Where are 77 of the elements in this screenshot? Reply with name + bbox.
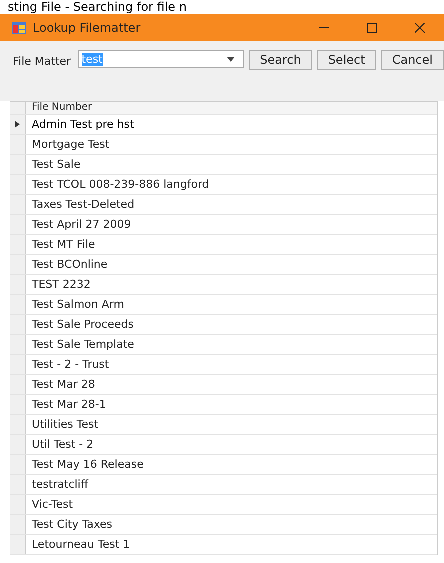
table-cell-text: Test Sale [31,157,81,173]
table-row[interactable]: Test Sale [10,155,437,175]
table-cell-text: Mortgage Test [31,137,110,153]
table-row[interactable]: Test Sale Proceeds [10,315,437,335]
column-header[interactable]: File Number [26,102,92,114]
row-header [10,255,26,274]
row-header [10,455,26,474]
table-row[interactable]: Letourneau Test 1 [10,535,437,555]
table-row[interactable]: Test Sale Template [10,335,437,355]
row-header [10,515,26,534]
table-row[interactable]: Vic-Test [10,495,437,515]
row-header [10,195,26,214]
table-row[interactable]: Test Salmon Arm [10,295,437,315]
row-header [10,355,26,374]
table-row[interactable]: testratcliff [10,475,437,495]
table-cell-text: Test Salmon Arm [31,297,124,313]
row-header [10,135,26,154]
row-header [10,235,26,254]
table-row[interactable]: TEST 2232 [10,275,437,295]
table-row[interactable]: Test Mar 28-1 [10,395,437,415]
table-cell-text: Test TCOL 008-239-886 langford [31,177,210,193]
table-cell-text: testratcliff [31,477,88,493]
row-header [10,175,26,194]
row-header [10,315,26,334]
row-header [10,475,26,494]
app-icon [12,22,26,34]
row-header [10,295,26,314]
row-header [10,535,26,554]
table-cell-text: Letourneau Test 1 [31,537,130,553]
table-cell-text: TEST 2232 [31,277,91,293]
table-row[interactable]: Test BCOnline [10,255,437,275]
table-cell-text: Test BCOnline [31,257,108,273]
table-cell-text: Utilities Test [31,417,99,433]
table-row[interactable]: Test City Taxes [10,515,437,535]
table-cell-text: Test April 27 2009 [31,217,132,233]
row-header [10,215,26,234]
toolbar-button[interactable]: Cancel [381,50,444,70]
caret-icon [227,56,236,62]
table-row[interactable]: Taxes Test-Deleted [10,195,437,215]
table-row[interactable]: Util Test - 2 [10,435,437,455]
toolbar-button[interactable]: Search [249,50,312,70]
close-icon [415,22,425,32]
row-header [10,415,26,434]
table-cell-text: Test Mar 28-1 [31,397,106,413]
table-row[interactable]: Admin Test pre hst [10,115,437,135]
table-row[interactable]: Test MT File [10,235,437,255]
table-cell-text: Test - 2 - Trust [31,357,110,373]
table-cell-text: Test MT File [31,237,96,253]
table-cell-text: Util Test - 2 [31,437,94,453]
table-row[interactable]: Mortgage Test [10,135,437,155]
row-pointer-icon [15,121,20,128]
table-row[interactable]: Test TCOL 008-239-886 langford [10,175,437,195]
table-cell-text: Admin Test pre hst [31,117,134,133]
table-row[interactable]: Test - 2 - Trust [10,355,437,375]
window-title: Lookup Filematter [33,20,142,34]
table-cell-text: Vic-Test [31,497,74,513]
row-header [10,335,26,354]
caption-text: sting File - Searching for file n [7,0,188,14]
toolbar-button[interactable]: Select [317,50,376,70]
row-header [10,435,26,454]
table-cell-text: Taxes Test-Deleted [31,197,135,213]
row-header [10,495,26,514]
table-row[interactable]: Test Mar 28 [10,375,437,395]
maximize-icon [367,22,377,32]
field-label: File Matter [13,55,72,68]
table-cell-text: Test Sale Template [31,337,134,353]
row-header [10,275,26,294]
table-cell-text: Test May 16 Release [31,457,144,473]
table-cell-text: Test Mar 28 [31,377,96,393]
row-header [10,375,26,394]
row-header [10,155,26,174]
table-row[interactable]: Test April 27 2009 [10,215,437,235]
table-cell-text: Test Sale Proceeds [31,317,134,333]
table-row[interactable]: Test May 16 Release [10,455,437,475]
row-header [10,395,26,414]
table-cell-text: Test City Taxes [31,517,113,533]
table-row[interactable]: Utilities Test [10,415,437,435]
